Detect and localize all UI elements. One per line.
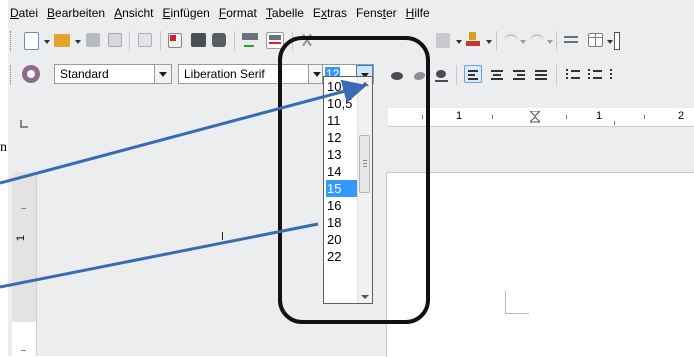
annotation-arrow-to-size-box (0, 79, 367, 185)
annotation-arrow-to-list (0, 222, 319, 289)
annotation-arrows (0, 79, 367, 289)
